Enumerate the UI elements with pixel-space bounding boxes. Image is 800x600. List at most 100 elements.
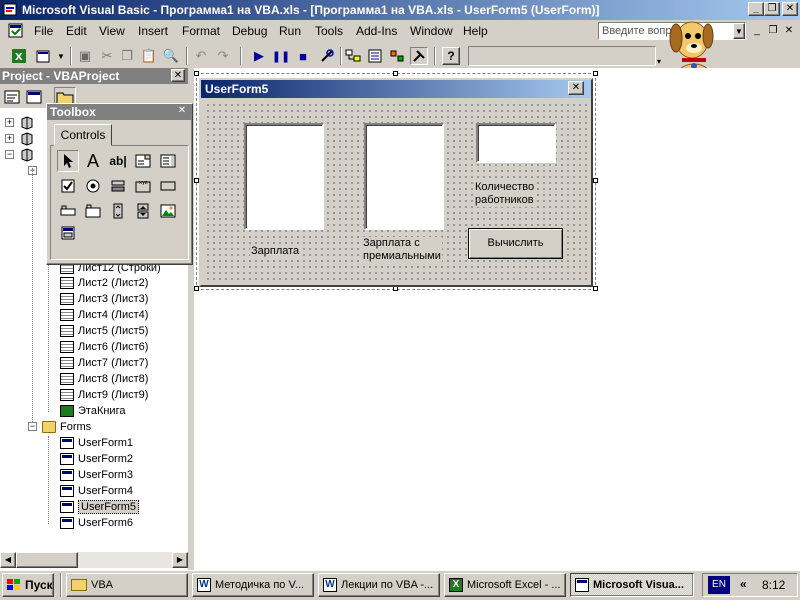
toolbox-toggle-icon[interactable] [410,47,428,65]
menu-help[interactable]: Help [463,24,488,38]
menu-run[interactable]: Run [279,24,301,38]
code-window-icon[interactable] [8,23,24,39]
project-explorer-icon[interactable] [344,47,362,65]
mdi-restore-button[interactable]: ❐ [766,25,780,37]
taskbar-item-word-manual[interactable]: W Методичка по V... [192,573,314,597]
start-button[interactable]: Пуск [2,573,54,597]
vbaproject-icon[interactable] [20,116,34,130]
frame-tool-icon[interactable]: xyz [132,175,154,197]
salary-bonus-textbox[interactable] [364,123,444,230]
help-search-dropdown-icon[interactable]: ▼ [733,23,745,39]
spinbutton-tool-icon[interactable] [132,200,154,222]
workers-count-textbox[interactable] [476,123,556,163]
tree-item-sheet9[interactable]: Лист9 (Лист9) [60,389,148,402]
resize-handle[interactable] [194,71,199,76]
language-indicator[interactable]: EN [708,576,730,594]
tree-item-userform2[interactable]: UserForm2 [60,453,133,466]
tree-item-sheet8[interactable]: Лист8 (Лист8) [60,373,148,386]
label-tool-icon[interactable]: A [82,150,104,172]
tree-item-thisworkbook[interactable]: ЭтаКнига [60,405,125,418]
copy-icon[interactable]: ❐ [118,47,136,65]
tree-item-sheet5[interactable]: Лист5 (Лист5) [60,325,148,338]
save-icon[interactable]: ▣ [76,47,94,65]
help-icon[interactable]: ? [442,47,460,65]
minimize-button[interactable]: _ [748,2,764,16]
resize-handle[interactable] [593,178,598,183]
resize-handle[interactable] [593,71,598,76]
optionbutton-tool-icon[interactable] [82,175,104,197]
object-browser-icon[interactable] [388,47,406,65]
vbaproject-icon[interactable] [20,132,34,146]
paste-icon[interactable]: 📋 [140,47,158,65]
find-icon[interactable]: 🔍 [162,47,180,65]
break-icon[interactable]: ❚❚ [272,47,290,65]
tree-item-sheet7[interactable]: Лист7 (Лист7) [60,357,148,370]
taskbar-item-excel[interactable]: X Microsoft Excel - ... [444,573,566,597]
menu-window[interactable]: Window [410,24,453,38]
checkbox-tool-icon[interactable] [57,175,79,197]
salary-textbox[interactable] [244,123,324,230]
tree-item-userform5[interactable]: UserForm5 [60,500,140,514]
taskbar-item-vba-editor[interactable]: Microsoft Visua... [570,573,694,597]
menu-add-ins[interactable]: Add-Ins [356,24,397,38]
tree-folder-forms[interactable]: Forms [42,421,91,434]
close-button[interactable]: ✕ [782,2,798,16]
vba-app-icon[interactable] [3,2,19,18]
menu-insert[interactable]: Insert [138,24,168,38]
tree-item-sheet6[interactable]: Лист6 (Лист6) [60,341,148,354]
taskbar-clock[interactable]: 8:12 [762,578,785,592]
tree-item-sheet3[interactable]: Лист3 (Лист3) [60,293,148,306]
tree-item-sheet2[interactable]: Лист2 (Лист2) [60,277,148,290]
tree-item-userform6[interactable]: UserForm6 [60,517,133,530]
menu-tools[interactable]: Tools [315,24,343,38]
toolbox-close-icon[interactable]: ✕ [176,106,188,117]
textbox-tool-icon[interactable]: ab| [107,150,129,172]
project-close-icon[interactable]: ✕ [171,69,185,82]
menu-view[interactable]: View [99,24,125,38]
scrollbar-tool-icon[interactable] [107,200,129,222]
tree-collapse-icon[interactable]: − [5,150,14,159]
view-code-icon[interactable] [4,89,22,105]
multipage-tool-icon[interactable] [82,200,104,222]
taskbar-item-word-lectures[interactable]: W Лекции по VBA -... [318,573,440,597]
mdi-minimize-button[interactable]: _ [750,25,764,37]
combobox-tool-icon[interactable] [132,150,154,172]
excel-view-icon[interactable]: X [10,47,28,65]
run-icon[interactable]: ▶ [250,47,268,65]
togglebutton-tool-icon[interactable] [107,175,129,197]
tree-item-userform3[interactable]: UserForm3 [60,469,133,482]
select-pointer-icon[interactable] [57,150,79,172]
tab-controls[interactable]: Controls [54,124,112,146]
resize-handle[interactable] [393,71,398,76]
tree-collapse-icon[interactable]: − [28,422,37,431]
tray-expand-icon[interactable]: « [740,577,747,591]
properties-window-icon[interactable] [366,47,384,65]
tree-expand-icon[interactable]: + [5,118,14,127]
refedit-tool-icon[interactable] [57,222,79,244]
tabstrip-tool-icon[interactable] [57,200,79,222]
resize-handle[interactable] [593,286,598,291]
scroll-left-icon[interactable]: ◀ [0,552,16,568]
vbaproject-icon[interactable] [20,148,34,162]
listbox-tool-icon[interactable] [157,150,179,172]
project-horizontal-scrollbar[interactable]: ◀ ▶ [0,552,188,568]
cut-icon[interactable]: ✂ [98,47,116,65]
taskbar-item-vba-folder[interactable]: VBA [66,573,188,597]
insert-dropdown-icon[interactable]: ▼ [52,47,70,65]
menu-edit[interactable]: Edit [66,24,87,38]
menu-debug[interactable]: Debug [232,24,267,38]
redo-icon[interactable]: ↷ [214,47,232,65]
tree-item-userform4[interactable]: UserForm4 [60,485,133,498]
scroll-right-icon[interactable]: ▶ [172,552,188,568]
reset-icon[interactable]: ■ [294,47,312,65]
maximize-button[interactable]: ❐ [764,2,780,16]
salary-bonus-label[interactable]: Зарплата с премиальными [362,237,442,263]
design-mode-icon[interactable] [318,47,336,65]
salary-label[interactable]: Зарплата [250,245,301,258]
userform-close-icon[interactable]: ✕ [568,81,584,95]
scroll-thumb[interactable] [16,552,78,568]
mdi-close-button[interactable]: ✕ [782,25,796,37]
tree-item-userform1[interactable]: UserForm1 [60,437,133,450]
commandbutton-tool-icon[interactable] [157,175,179,197]
menu-format[interactable]: Format [182,24,220,38]
